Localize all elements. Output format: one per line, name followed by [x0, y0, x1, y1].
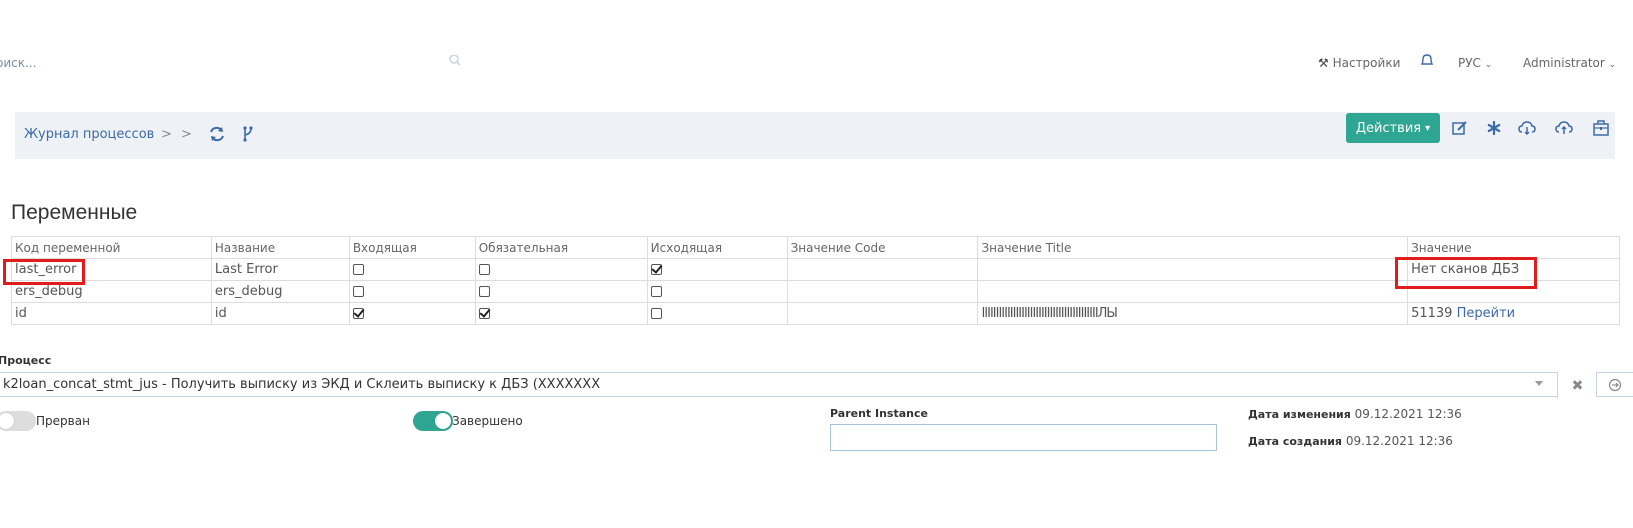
actions-button[interactable]: Действия ▾	[1346, 113, 1440, 143]
chevron-down-icon: ⌄	[1608, 60, 1617, 70]
process-value: k2loan_concat_stmt_jus - Получить выписк…	[3, 377, 601, 392]
incoming-checkbox[interactable]	[352, 264, 364, 275]
value-title	[977, 280, 1409, 303]
column-header: Код переменной	[11, 236, 212, 259]
required-checkbox[interactable]	[478, 308, 490, 319]
refresh-icon[interactable]	[208, 125, 226, 143]
toggle-knob	[435, 413, 451, 429]
table-row: id id IIIIIIIIIIIIIIIIIIIIIIIIIIIIIIIIII…	[11, 302, 1620, 325]
branch-icon[interactable]	[239, 125, 257, 143]
interrupted-toggle[interactable]	[0, 411, 36, 431]
variable-name: Last Error	[210, 258, 350, 281]
column-header: Обязательная	[474, 236, 648, 259]
breadcrumb-toolbar: Журнал процессов > > Действия ▾	[15, 112, 1615, 159]
created-date: Дата создания 09.12.2021 12:36	[1248, 434, 1453, 448]
column-header: Значение Code	[786, 236, 979, 259]
modified-date: Дата изменения 09.12.2021 12:36	[1248, 407, 1462, 421]
clear-button[interactable]: ✖	[1557, 373, 1597, 398]
highlight-box	[3, 259, 85, 285]
completed-toggle[interactable]	[413, 411, 453, 431]
chevron-down-icon: ⌄	[1484, 60, 1493, 70]
caret-down-icon[interactable]	[1535, 381, 1543, 386]
required-checkbox[interactable]	[478, 264, 490, 275]
completed-label: Завершено	[452, 414, 523, 428]
highlight-box	[1395, 257, 1537, 289]
table-header: Код переменной Название Входящая Обязате…	[11, 236, 1620, 259]
parent-instance-input[interactable]	[830, 424, 1217, 451]
search-input[interactable]: оиск...	[0, 56, 36, 70]
breadcrumb-separator: >	[181, 127, 192, 142]
arrow-circle-icon	[1608, 378, 1622, 391]
goto-link[interactable]: Перейти	[1457, 306, 1516, 321]
required-checkbox[interactable]	[478, 286, 490, 297]
top-bar: оиск... ⚒ Настройки РУС ⌄ Administrator …	[0, 50, 1633, 72]
process-select[interactable]: k2loan_concat_stmt_jus - Получить выписк…	[0, 372, 1583, 398]
column-header: Значение	[1407, 236, 1620, 259]
asterisk-icon[interactable]	[1485, 119, 1503, 137]
table-row: last_error Last Error Нет сканов ДБЗ	[11, 258, 1620, 281]
bell-icon[interactable]	[1419, 54, 1435, 70]
close-icon: ✖	[1571, 377, 1584, 394]
language-selector[interactable]: РУС ⌄	[1458, 56, 1492, 70]
outgoing-checkbox[interactable]	[650, 286, 662, 297]
settings-link[interactable]: ⚒ Настройки	[1318, 56, 1400, 70]
search-icon[interactable]	[448, 55, 462, 69]
outgoing-checkbox[interactable]	[650, 308, 662, 319]
incoming-checkbox[interactable]	[352, 308, 364, 319]
edit-icon[interactable]	[1451, 119, 1469, 137]
column-header: Значение Title	[977, 236, 1409, 259]
variable-name: id	[210, 302, 350, 325]
value-code	[786, 258, 979, 281]
section-title: Переменные	[11, 201, 138, 224]
value-code	[786, 280, 979, 303]
interrupted-label: Прерван	[36, 414, 90, 428]
cloud-download-icon[interactable]	[1518, 119, 1536, 137]
column-header: Название	[210, 236, 350, 259]
variable-value: 51139 Перейти	[1407, 302, 1620, 325]
chevron-down-icon: ▾	[1425, 122, 1431, 134]
user-menu[interactable]: Administrator ⌄	[1523, 56, 1616, 70]
variable-code: id	[11, 302, 212, 325]
variables-table: Код переменной Название Входящая Обязате…	[11, 236, 1620, 325]
wrench-icon: ⚒	[1318, 56, 1329, 70]
parent-instance-label: Parent Instance	[830, 407, 928, 420]
process-label: Процесс	[0, 354, 52, 367]
cloud-upload-icon[interactable]	[1555, 119, 1573, 137]
value-title	[977, 258, 1409, 281]
value-code	[786, 302, 979, 325]
open-button[interactable]	[1596, 372, 1633, 397]
breadcrumb-item-process-log[interactable]: Журнал процессов	[24, 127, 154, 142]
outgoing-checkbox[interactable]	[650, 264, 662, 275]
breadcrumb-separator: >	[161, 127, 172, 142]
briefcase-icon[interactable]	[1592, 119, 1610, 137]
table-row: ers_debug ers_debug	[11, 280, 1620, 303]
column-header: Входящая	[348, 236, 476, 259]
toggle-knob	[0, 413, 14, 429]
variable-name: ers_debug	[210, 280, 350, 303]
column-header: Исходящая	[646, 236, 788, 259]
incoming-checkbox[interactable]	[352, 286, 364, 297]
value-title: IIIIIIIIIIIIIIIIIIIIIIIIIIIIIIIIIIIIIIII…	[977, 302, 1409, 325]
